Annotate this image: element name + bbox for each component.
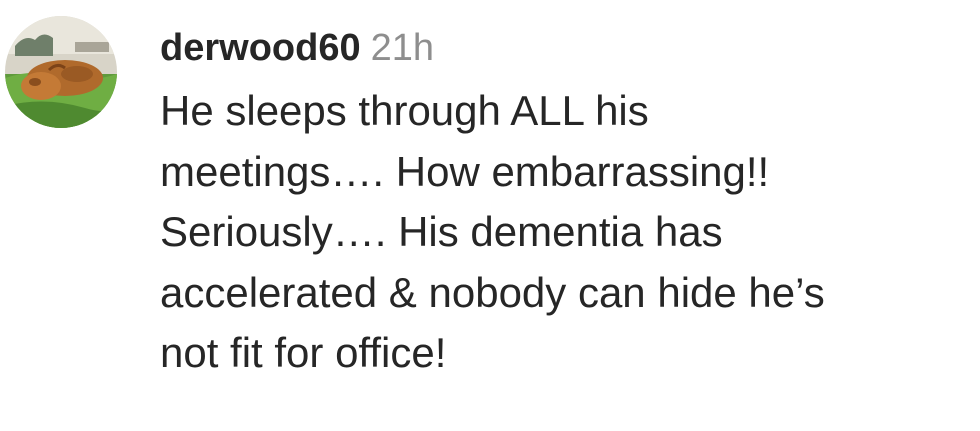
comment-text-line: He sleeps through ALL his xyxy=(160,87,649,134)
comment-text: He sleeps through ALL his meetings…. How… xyxy=(160,81,960,384)
username-link[interactable]: derwood60 xyxy=(160,27,361,69)
comment-text-line: not fit for office! xyxy=(160,329,447,376)
comment: derwood60 21h He sleeps through ALL his m… xyxy=(0,0,980,431)
comment-body: derwood60 21h He sleeps through ALL his m… xyxy=(160,20,960,384)
avatar[interactable] xyxy=(5,16,117,128)
comment-text-line: Seriously…. His dementia has xyxy=(160,208,723,255)
comment-timestamp: 21h xyxy=(370,27,435,69)
comment-text-line: meetings…. How embarrassing!! xyxy=(160,147,770,195)
comment-meta: derwood60 21h xyxy=(160,20,960,76)
comment-text-line: accelerated & nobody can hide he’s xyxy=(160,268,825,316)
avatar-image xyxy=(5,16,117,128)
